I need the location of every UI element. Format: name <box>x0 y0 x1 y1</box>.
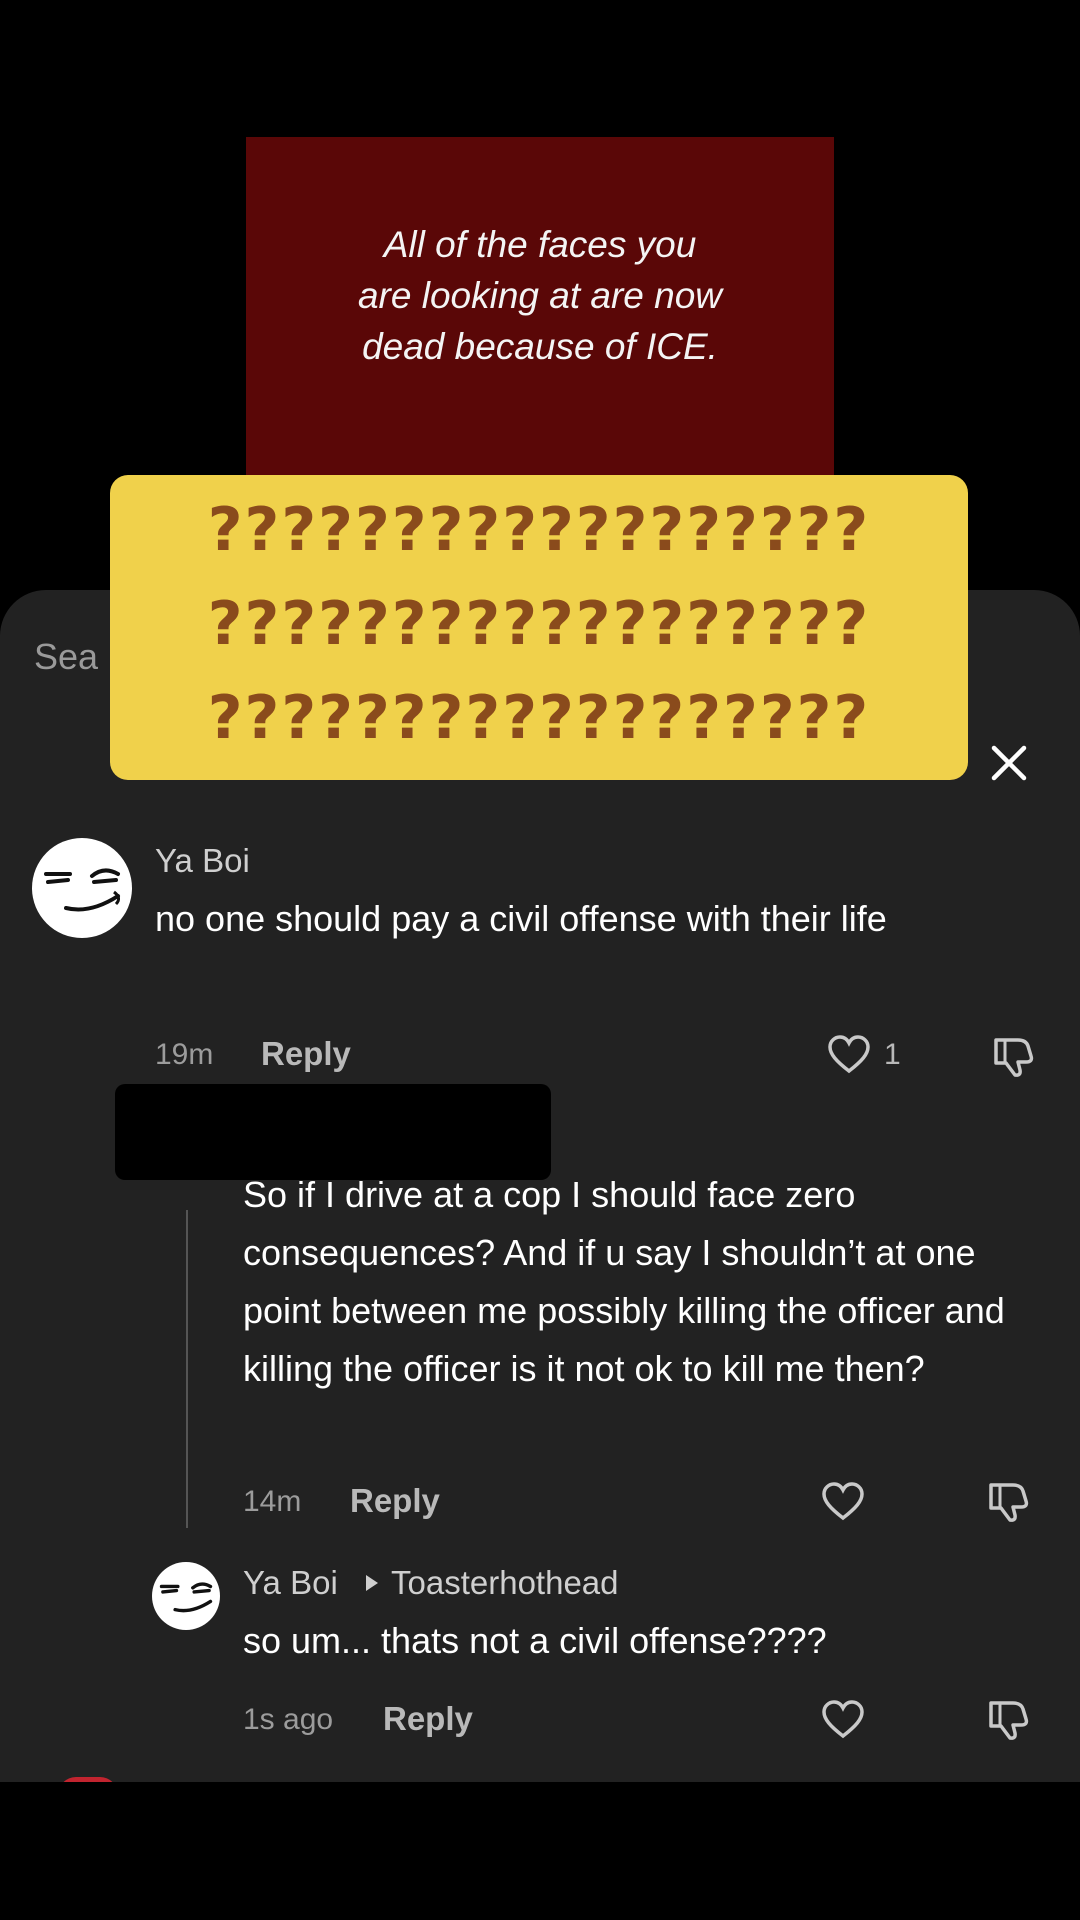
thread-line <box>186 1210 188 1528</box>
thumbs-down-icon <box>989 1483 1029 1522</box>
comment-time: 14m <box>243 1485 302 1518</box>
sticker-line: ?????????????????? <box>207 683 871 753</box>
close-button[interactable] <box>984 738 1034 788</box>
smirk-face-icon <box>44 868 121 912</box>
thumbs-down-icon <box>994 1038 1034 1077</box>
dislike-button[interactable] <box>983 1475 1033 1525</box>
search-hint-text[interactable]: Sea <box>34 636 98 678</box>
avatar[interactable] <box>32 838 132 938</box>
comment-username[interactable]: Ya Boi <box>243 1564 338 1602</box>
triangle-right-icon <box>366 1575 378 1591</box>
smirk-face-icon <box>159 1582 213 1613</box>
reply-arrow <box>362 1572 382 1594</box>
question-marks-sticker: ?????????????????? ?????????????????? ??… <box>110 475 968 780</box>
dislike-button[interactable] <box>988 1030 1038 1080</box>
comment-text: So if I drive at a cop I should face zer… <box>243 1174 1005 1389</box>
bottom-letterbox <box>0 1782 1080 1920</box>
heart-icon <box>822 1700 864 1739</box>
heart-icon <box>822 1482 864 1521</box>
sticker-line: ?????????????????? <box>207 495 871 565</box>
like-button[interactable] <box>820 1697 866 1743</box>
heart-icon <box>828 1035 870 1074</box>
video-caption: All of the faces you are looking at are … <box>357 224 723 367</box>
like-button[interactable] <box>826 1032 872 1078</box>
comment-text: no one should pay a civil offense with t… <box>155 898 887 939</box>
reply-button[interactable]: Reply <box>261 1035 351 1073</box>
close-icon <box>991 745 1027 781</box>
comment-time: 1s ago <box>243 1703 334 1736</box>
thumbs-down-icon <box>989 1701 1029 1740</box>
reply-button[interactable]: Reply <box>383 1700 473 1738</box>
comment-text: so um... thats not a civil offense???? <box>243 1620 827 1661</box>
video-frame[interactable]: All of the faces you are looking at are … <box>246 137 834 477</box>
dislike-button[interactable] <box>983 1693 1033 1743</box>
sticker-line: ?????????????????? <box>207 589 871 659</box>
like-count: 1 <box>884 1038 901 1071</box>
reply-button[interactable]: Reply <box>350 1482 440 1520</box>
like-button[interactable] <box>820 1479 866 1525</box>
reply-to-username[interactable]: Toasterhothead <box>391 1564 619 1602</box>
comment-time: 19m <box>155 1038 214 1071</box>
avatar[interactable] <box>152 1562 220 1630</box>
comment-username[interactable]: Ya Boi <box>155 842 250 880</box>
